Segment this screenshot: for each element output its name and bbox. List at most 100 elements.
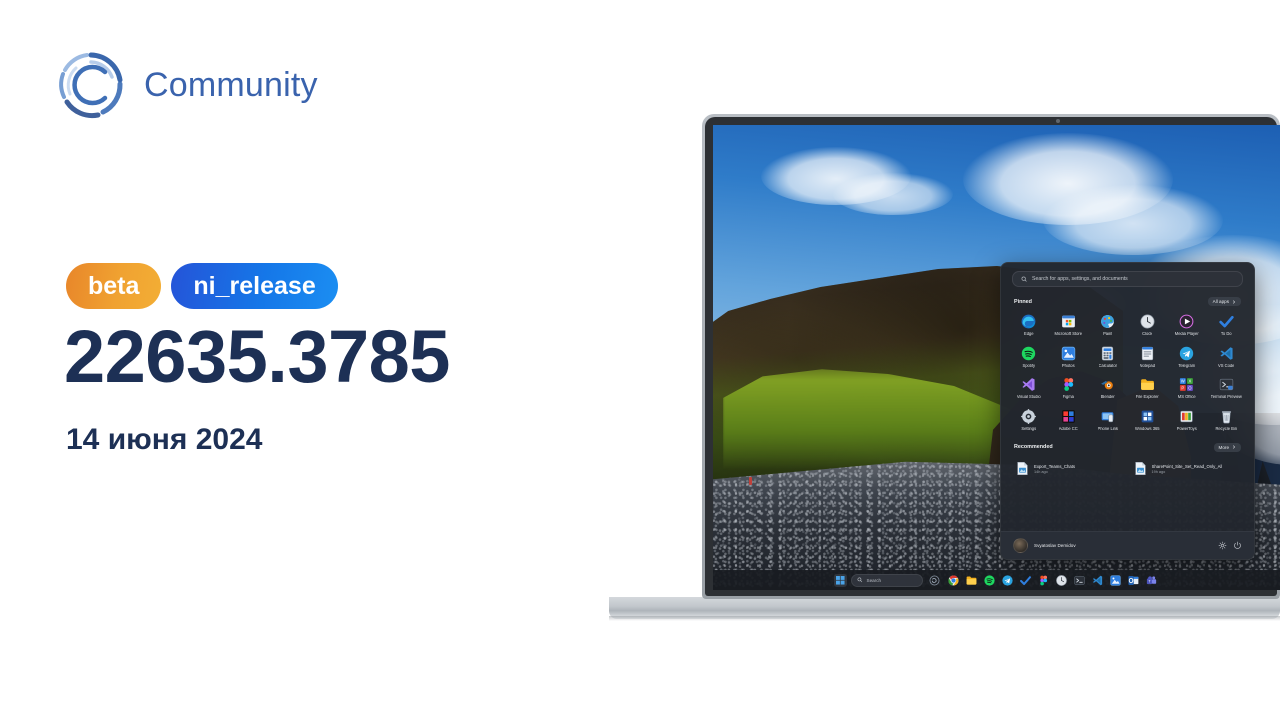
start-search-input[interactable]: Search for apps, settings, and documents xyxy=(1012,271,1243,287)
wallpaper-ocean xyxy=(1143,517,1280,577)
taskbar-item-figma[interactable] xyxy=(1036,573,1051,588)
recommended-list: Export_Teams_Chats 14h ago SharePoint_Site… xyxy=(1001,456,1254,481)
pinned-app-vs-code[interactable]: VS Code xyxy=(1207,343,1247,370)
pinned-app-notepad[interactable]: Notepad xyxy=(1128,343,1168,370)
pinned-app-adobe-cc[interactable]: Adobe CC xyxy=(1049,406,1089,433)
pinned-app-to-do[interactable]: To Do xyxy=(1207,311,1247,338)
blender-icon xyxy=(1099,376,1116,393)
document-icon xyxy=(1016,461,1029,478)
pinned-app-phone-link[interactable]: Phone Link xyxy=(1088,406,1128,433)
all-apps-button[interactable]: All apps xyxy=(1207,297,1241,306)
powertoys-icon xyxy=(1178,408,1195,425)
pinned-app-label: Windows 365 xyxy=(1134,427,1160,432)
pinned-app-spotify[interactable]: Spotify xyxy=(1009,343,1049,370)
pinned-app-powertoys[interactable]: PowerToys xyxy=(1167,406,1207,433)
svg-text:W: W xyxy=(1181,379,1185,384)
visual-studio-icon xyxy=(1020,376,1037,393)
taskbar-item-terminal[interactable] xyxy=(1072,573,1087,588)
channel-badge: beta xyxy=(66,263,162,309)
edge-icon xyxy=(1020,313,1037,330)
pinned-app-blender[interactable]: Blender xyxy=(1088,374,1128,401)
pinned-app-paint[interactable]: Paint xyxy=(1088,311,1128,338)
start-menu[interactable]: Search for apps, settings, and documents… xyxy=(1000,262,1255,560)
branch-badge: ni_release xyxy=(171,263,338,309)
pinned-app-label: Microsoft Store xyxy=(1054,332,1083,336)
cloud xyxy=(761,147,911,205)
recommended-item[interactable]: Export_Teams_Chats 14h ago xyxy=(1012,458,1126,481)
taskbar-search-input[interactable]: Search xyxy=(851,573,923,587)
power-icon[interactable] xyxy=(1233,541,1242,550)
taskbar-item-vs-code[interactable] xyxy=(1090,573,1105,588)
chevron-right-icon xyxy=(1233,445,1236,449)
figma-icon xyxy=(1037,574,1050,587)
cloud xyxy=(1133,235,1280,345)
pinned-app-label: Clock xyxy=(1142,332,1153,336)
vs-code-icon xyxy=(1218,345,1235,362)
wallpaper-black-sand-beach xyxy=(713,461,1280,590)
media-player-icon xyxy=(1178,313,1195,330)
terminal-icon xyxy=(1073,574,1086,587)
chevron-right-icon xyxy=(1233,299,1236,304)
pinned-app-microsoft-store[interactable]: Microsoft Store xyxy=(1049,311,1089,338)
pinned-app-label: Visual Studio xyxy=(1016,395,1041,400)
pinned-app-terminal-preview[interactable]: Terminal Preview xyxy=(1207,374,1247,401)
wallpaper-headland-lit xyxy=(1104,385,1191,523)
pinned-app-edge[interactable]: Edge xyxy=(1009,311,1049,338)
pinned-app-telegram[interactable]: Telegram xyxy=(1167,343,1207,370)
settings-gear-icon[interactable] xyxy=(1218,541,1227,550)
wallpaper-cliff xyxy=(713,266,1123,545)
pinned-app-label: File Explorer xyxy=(1135,395,1159,400)
taskbar-item-telegram[interactable] xyxy=(1000,573,1015,588)
pinned-app-settings[interactable]: Settings xyxy=(1009,406,1049,433)
taskbar-item-clock[interactable] xyxy=(1054,573,1069,588)
windows-start-icon[interactable] xyxy=(834,573,847,587)
recommended-item-name: Export_Teams_Chats xyxy=(1034,464,1076,470)
svg-text:P: P xyxy=(1182,386,1185,391)
pinned-app-file-explorer[interactable]: File Explorer xyxy=(1128,374,1168,401)
taskbar-item-file-explorer[interactable] xyxy=(964,573,979,588)
pinned-app-media-player[interactable]: Media Player xyxy=(1167,311,1207,338)
pinned-app-label: Calculator xyxy=(1098,363,1117,368)
pinned-app-label: MS Office xyxy=(1177,395,1196,400)
user-name[interactable]: Svyatoslav Demidov xyxy=(1034,543,1212,548)
taskbar-item-to-do[interactable] xyxy=(1018,573,1033,588)
taskbar-item-teams[interactable]: T xyxy=(1144,573,1159,588)
spotify-icon xyxy=(1020,345,1037,362)
pinned-app-windows-365[interactable]: Windows 365 xyxy=(1128,406,1168,433)
taskbar[interactable]: Search T xyxy=(713,570,1280,590)
start-menu-footer: Svyatoslav Demidov xyxy=(1001,531,1254,559)
avatar[interactable] xyxy=(1013,538,1028,553)
figma-icon xyxy=(1060,376,1077,393)
pinned-app-label: To Do xyxy=(1220,332,1232,336)
pinned-app-visual-studio[interactable]: Visual Studio xyxy=(1009,374,1049,401)
start-menu-search-row: Search for apps, settings, and documents xyxy=(1001,263,1254,287)
taskbar-item-chrome[interactable] xyxy=(946,573,961,588)
cloud xyxy=(1043,185,1223,255)
outlook-icon xyxy=(1127,574,1140,587)
pinned-apps-grid: Edge Microsoft Store Paint Clock Media Playe… xyxy=(1001,310,1254,433)
more-button[interactable]: More xyxy=(1213,442,1241,452)
pinned-app-recycle-bin[interactable]: Recycle Bin xyxy=(1207,406,1247,433)
recycle-bin-icon xyxy=(1218,408,1235,425)
windows-365-icon xyxy=(1139,408,1156,425)
pinned-app-clock[interactable]: Clock xyxy=(1128,311,1168,338)
photos-icon xyxy=(1060,345,1077,362)
wallpaper-gravel-texture xyxy=(713,461,1280,590)
taskbar-item-photos[interactable] xyxy=(1108,573,1123,588)
pinned-app-ms-office[interactable]: W X P O MS Office xyxy=(1167,374,1207,401)
pinned-app-figma[interactable]: Figma xyxy=(1049,374,1089,401)
copilot-icon[interactable] xyxy=(927,573,942,588)
pinned-app-calculator[interactable]: Calculator xyxy=(1088,343,1128,370)
taskbar-item-spotify[interactable] xyxy=(982,573,997,588)
wallpaper-sky xyxy=(713,125,1280,414)
taskbar-item-outlook[interactable] xyxy=(1126,573,1141,588)
laptop-bezel xyxy=(705,117,1277,596)
pinned-app-label: Paint xyxy=(1103,332,1113,336)
ms-office-icon: WXPO xyxy=(1178,376,1195,393)
recommended-item[interactable]: SharePoint_Site_Set_Read_Only_All 19h ago xyxy=(1130,458,1244,481)
pinned-app-photos[interactable]: Photos xyxy=(1049,343,1089,370)
pinned-app-label: Edge xyxy=(1023,332,1034,336)
to-do-icon xyxy=(1019,574,1032,587)
cloud xyxy=(1218,375,1280,465)
brand-name: Community xyxy=(144,65,318,104)
